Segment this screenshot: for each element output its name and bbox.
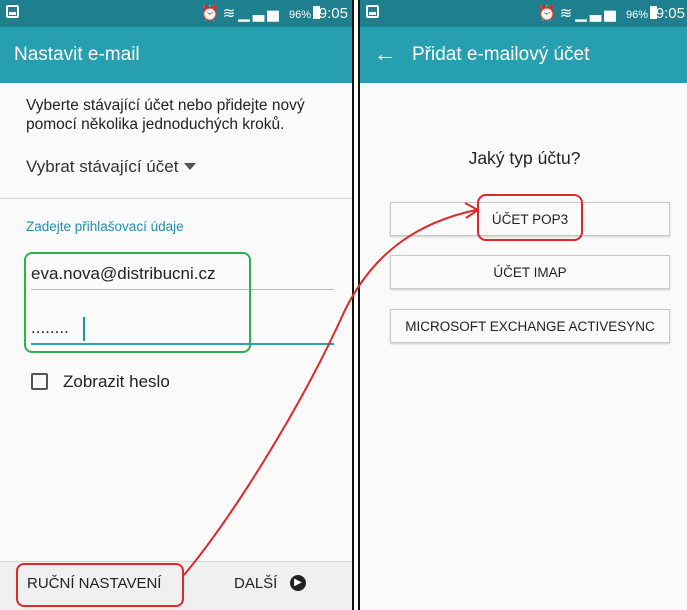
status-icons: ⏰≋▁▃▅ 96% <box>201 4 320 22</box>
pop3-highlight <box>477 194 583 241</box>
imap-account-button[interactable]: ÚČET IMAP <box>390 255 670 289</box>
divider <box>0 198 352 199</box>
next-button[interactable]: DALŠÍ <box>234 575 277 592</box>
page-title: Přidat e-mailový účet <box>412 44 590 65</box>
left-screen: ⏰≋▁▃▅ 96% 9:05 Nastavit e-mail Vyberte s… <box>0 0 354 610</box>
wifi-icon: ≋ <box>559 5 576 22</box>
status-time: 9:05 <box>318 5 348 22</box>
account-type-question: Jaký typ účtu? <box>468 148 581 168</box>
status-time: 9:05 <box>655 5 685 22</box>
app-bar: Nastavit e-mail <box>0 27 352 83</box>
manual-setup-highlight <box>16 563 184 607</box>
back-arrow-icon[interactable]: ← <box>374 41 396 67</box>
status-icons: ⏰≋▁▃▅ 96% <box>538 4 657 22</box>
signal-icon: ▁▃▅ <box>238 5 282 22</box>
select-existing-account-dropdown[interactable]: Vybrat stávající účet <box>26 157 197 177</box>
show-password-checkbox[interactable] <box>31 373 48 390</box>
wifi-icon: ≋ <box>222 5 239 22</box>
credentials-section-label: Zadejte přihlašovací údaje <box>26 219 184 234</box>
signal-icon: ▁▃▅ <box>575 5 619 22</box>
dropdown-triangle-icon <box>184 163 197 170</box>
select-existing-label: Vybrat stávající účet <box>26 157 179 176</box>
status-bar: ⏰≋▁▃▅ 96% 9:05 <box>360 0 687 27</box>
exchange-activesync-button[interactable]: MICROSOFT EXCHANGE ACTIVESYNC <box>390 309 670 343</box>
intro-text: Vyberte stávající účet nebo přidejte nov… <box>26 97 305 133</box>
battery-percent: 96% <box>288 9 311 21</box>
show-password-label: Zobrazit heslo <box>63 372 170 391</box>
app-bar: ← Přidat e-mailový účet <box>360 27 687 83</box>
sim-card-icon <box>366 5 379 18</box>
alarm-icon: ⏰ <box>537 5 560 22</box>
sim-card-icon <box>6 5 19 18</box>
alarm-icon: ⏰ <box>200 5 223 22</box>
chevron-right-icon[interactable]: ▶ <box>290 575 306 591</box>
battery-percent: 96% <box>625 9 648 21</box>
page-title: Nastavit e-mail <box>14 44 140 65</box>
right-screen: ⏰≋▁▃▅ 96% 9:05 ← Přidat e-mailový účet J… <box>358 0 687 610</box>
status-bar: ⏰≋▁▃▅ 96% 9:05 <box>0 0 352 27</box>
credentials-highlight <box>24 252 251 353</box>
